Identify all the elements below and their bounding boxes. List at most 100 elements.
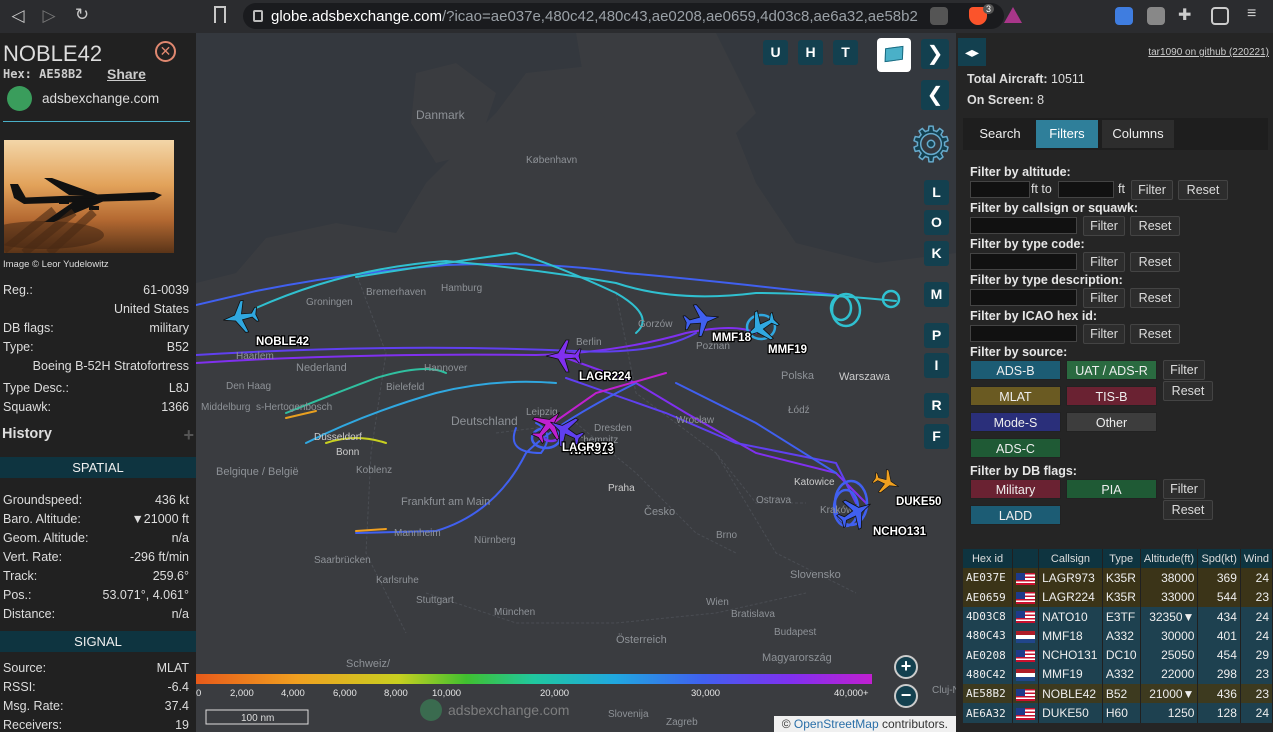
col-speed[interactable]: Spd(kt) (1197, 549, 1241, 569)
address-bar[interactable]: globe.adsbexchange.com/?icao=ae037e,480c… (243, 3, 1004, 29)
callsign-reset-button[interactable]: Reset (1130, 216, 1180, 236)
typedesc-reset-button[interactable]: Reset (1130, 288, 1180, 308)
altitude-max-input[interactable] (1058, 181, 1114, 198)
typecode-input[interactable] (970, 253, 1077, 270)
chevron-right-icon[interactable]: ❯ (921, 39, 949, 69)
row-hex: AE037E (963, 568, 1014, 588)
zoom-out-icon[interactable]: − (894, 684, 918, 708)
forward-icon[interactable]: ▷ (33, 6, 65, 26)
table-row[interactable]: 480C43 MMF18 A332 30000 401 24 (963, 626, 1273, 646)
wallet-icon[interactable] (1211, 7, 1229, 25)
map-btn-h[interactable]: H (798, 40, 823, 65)
dbflag-reset-button[interactable]: Reset (1163, 500, 1213, 520)
typedesc-input[interactable] (970, 289, 1077, 306)
row-speed: 401 (1197, 626, 1241, 646)
map-btn-t[interactable]: T (833, 40, 858, 65)
extension-icon[interactable] (1147, 7, 1165, 25)
dbflag-pia[interactable]: PIA (1066, 479, 1157, 499)
translate-icon[interactable] (1115, 7, 1133, 25)
col-altitude[interactable]: Altitude(ft) (1140, 549, 1199, 569)
place-dresden: Dresden (594, 423, 632, 434)
aircraft-photo[interactable] (4, 140, 174, 253)
puzzle-icon[interactable]: ✚ (1178, 5, 1191, 25)
place-denhaag: Den Haag (226, 381, 271, 392)
altitude-min-input[interactable] (970, 181, 1030, 198)
github-link[interactable]: tar1090 on github (220221) (1148, 47, 1269, 58)
gear-icon[interactable]: ⚙ (908, 121, 954, 171)
map-btn-o[interactable]: O (924, 210, 949, 235)
history-toggle[interactable]: History + (0, 425, 196, 448)
map-btn-i[interactable]: I (924, 353, 949, 378)
place-koblenz: Koblenz (356, 465, 392, 476)
close-icon[interactable]: ✕ (155, 41, 176, 62)
callsign-filter-button[interactable]: Filter (1083, 216, 1125, 236)
type-row: Type: B52 (3, 340, 189, 359)
source-reset-button[interactable]: Reset (1163, 381, 1213, 401)
reg-row: Reg.: 61-0039 (3, 283, 189, 302)
filter-typecode-label: Filter by type code: (970, 237, 1085, 251)
col-type[interactable]: Type (1102, 549, 1141, 569)
tab-filters[interactable]: Filters (1036, 120, 1098, 148)
typefull-row: Boeing B-52H Stratofortress (3, 359, 189, 378)
callsign-input[interactable] (970, 217, 1077, 234)
reload-icon[interactable]: ↻ (66, 5, 98, 25)
icao-input[interactable] (970, 325, 1077, 342)
col-callsign[interactable]: Callsign (1038, 549, 1103, 569)
typedesc-filter-button[interactable]: Filter (1083, 288, 1125, 308)
map-btn-f[interactable]: F (924, 424, 949, 449)
dbflag-ladd[interactable]: LADD (970, 505, 1061, 525)
type-label: Type: (3, 340, 34, 354)
share-link[interactable]: Share (107, 66, 146, 82)
map-btn-l[interactable]: L (924, 180, 949, 205)
site-settings-icon[interactable] (930, 7, 948, 25)
dbflag-military[interactable]: Military (970, 479, 1061, 499)
typecode-filter-button[interactable]: Filter (1083, 252, 1125, 272)
expand-plus-icon[interactable]: + (183, 425, 194, 446)
altitude-reset-button[interactable]: Reset (1178, 180, 1228, 200)
dbflag-filter-button[interactable]: Filter (1163, 479, 1205, 499)
zoom-in-icon[interactable]: + (894, 655, 918, 679)
table-row[interactable]: AE037E LAGR973 K35R 38000 369 24 (963, 568, 1273, 588)
source-mlat[interactable]: MLAT (970, 386, 1061, 406)
layers-icon[interactable] (877, 38, 911, 72)
source-tisb[interactable]: TIS-B (1066, 386, 1157, 406)
tab-columns[interactable]: Columns (1102, 120, 1174, 148)
altitude-filter-button[interactable]: Filter (1131, 180, 1173, 200)
source-modes[interactable]: Mode-S (970, 412, 1061, 432)
source-filter-button[interactable]: Filter (1163, 360, 1205, 380)
map-btn-r[interactable]: R (924, 393, 949, 418)
menu-icon[interactable]: ≡ (1247, 5, 1256, 23)
map-canvas[interactable]: Danmark København Groningen Bremerhaven … (196, 33, 956, 732)
map-btn-p[interactable]: P (924, 323, 949, 348)
back-icon[interactable]: ◁ (2, 6, 34, 26)
icao-filter-button[interactable]: Filter (1083, 324, 1125, 344)
site-link[interactable]: adsbexchange.com (42, 91, 159, 106)
table-row[interactable]: AE58B2 NOBLE42 B52 21000▼ 436 23 (963, 684, 1273, 704)
table-row[interactable]: AE6A32 DUKE50 H60 1250 128 24 (963, 703, 1273, 723)
expand-arrows-icon[interactable]: ◂▸ (958, 38, 986, 66)
typecode-reset-button[interactable]: Reset (1130, 252, 1180, 272)
source-adsb[interactable]: ADS-B (970, 360, 1061, 380)
map-btn-u[interactable]: U (763, 40, 788, 65)
col-flag[interactable] (1012, 549, 1040, 569)
osm-link[interactable]: OpenStreetMap (794, 717, 879, 731)
table-row[interactable]: AE0208 NCHO131 DC10 25050 454 29 (963, 645, 1273, 665)
source-other[interactable]: Other (1066, 412, 1157, 432)
source-uat[interactable]: UAT / ADS-R (1066, 360, 1157, 380)
map-btn-m[interactable]: M (924, 282, 949, 307)
table-row[interactable]: 4D03C8 NATO10 E3TF 32350▼ 434 24 (963, 606, 1273, 627)
source-adsc[interactable]: ADS-C (970, 438, 1061, 458)
bookmark-icon[interactable] (214, 6, 226, 23)
rewards-icon[interactable] (1004, 7, 1022, 23)
col-wind[interactable]: Wind (1240, 549, 1273, 569)
col-hex[interactable]: Hex id (963, 549, 1014, 569)
table-row[interactable]: 480C42 MMF19 A332 22000 298 23 (963, 664, 1273, 685)
chevron-left-icon[interactable]: ❮ (921, 80, 949, 110)
table-row[interactable]: AE0659 LAGR224 K35R 33000 544 23 (963, 587, 1273, 607)
icao-reset-button[interactable]: Reset (1130, 324, 1180, 344)
map-view[interactable]: Danmark København Groningen Bremerhaven … (196, 33, 956, 732)
source-row: Source: MLAT (3, 661, 189, 680)
map-btn-k[interactable]: K (924, 241, 949, 266)
pos-value: 53.071°, 4.061° (102, 588, 189, 602)
tab-search[interactable]: Search (967, 120, 1033, 148)
